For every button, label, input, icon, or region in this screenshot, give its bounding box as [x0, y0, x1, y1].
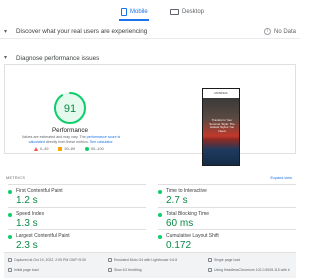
performance-score: 91 [64, 103, 76, 115]
metric-name: Largest Contentful Paint [16, 233, 70, 239]
legend-poor-label: 0–49 [40, 147, 49, 151]
metric-name: Total Blocking Time [166, 211, 210, 217]
chrome-icon [208, 268, 212, 272]
browser-version: Using HeadlessChromium 102.0.5005.115 wi… [208, 268, 290, 272]
good-circle-icon [8, 235, 12, 239]
throttling: Slow 4G throttling [108, 268, 142, 272]
metrics-title: METRICS [6, 176, 26, 180]
good-circle-icon [8, 213, 12, 217]
good-circle-icon [158, 190, 162, 194]
see-calculator-link[interactable]: See calculator. [90, 140, 114, 144]
legend-poor: 0–49 [34, 147, 48, 151]
single-page-load-text: Single page load [214, 258, 241, 262]
legend-good: 90–100 [85, 147, 104, 151]
diagnose-section-header[interactable]: ▾ Diagnose performance issues [0, 51, 300, 65]
metric-tbt: Total Blocking Time 60 ms [158, 207, 296, 229]
user-icon [208, 258, 212, 262]
square-icon [58, 147, 63, 151]
legend-good-label: 90–100 [91, 147, 104, 151]
tab-mobile[interactable]: Mobile [121, 5, 148, 19]
desktop-icon [170, 9, 179, 15]
metrics-header: METRICS Expand view [4, 174, 296, 182]
screenshot-header: MUSINGS [203, 89, 239, 98]
device-tabs: Mobile Desktop [0, 0, 300, 21]
wifi-icon [108, 268, 112, 272]
smartphone-icon [121, 8, 127, 16]
selected-tab-indicator [119, 19, 149, 21]
metric-tti: Time to Interactive 2.7 s [158, 184, 296, 206]
metric-value: 1.3 s [16, 218, 38, 229]
chevron-down-icon: ▾ [4, 28, 8, 35]
metric-name: Cumulative Layout Shift [166, 233, 219, 239]
metric-si: Speed Index 1.3 s [8, 207, 146, 229]
score-legend: 0–49 50–89 90–100 [34, 145, 124, 153]
legend-average-label: 50–89 [64, 147, 76, 151]
info-icon: i [263, 28, 271, 35]
tab-mobile-label: Mobile [130, 9, 148, 15]
field-data-title: Discover what your real users are experi… [16, 28, 148, 35]
field-data-section-header[interactable]: ▾ Discover what your real users are expe… [0, 25, 300, 39]
expand-view-toggle[interactable]: Expand view [270, 176, 292, 180]
emulated-device-text: Emulated Moto G4 with Lighthouse 9.6.6 [114, 258, 178, 262]
legend-average: 50–89 [58, 147, 75, 151]
metric-value: 0.172 [166, 240, 192, 251]
initial-page-load-text: Initial page load [14, 268, 39, 272]
triangle-icon [34, 147, 38, 151]
metric-value: 2.7 s [166, 195, 188, 206]
good-circle-icon [158, 235, 162, 239]
metric-name: First Contentful Paint [16, 188, 63, 194]
diagnose-title: Diagnose performance issues [16, 54, 100, 62]
good-circle-icon [8, 190, 12, 194]
desc-text-1: Values are estimated and may vary. The [21, 135, 86, 139]
tab-desktop-label: Desktop [182, 9, 205, 15]
field-data-status: i No Data [263, 28, 296, 35]
metric-name: Time to Interactive [166, 188, 207, 194]
tab-desktop[interactable]: Desktop [170, 5, 204, 19]
captured-at: Captured at Oct 19, 2022, 2:05 PM GMT+5:… [8, 258, 86, 262]
desc-text-2: directly from these metrics. [45, 140, 89, 144]
score-description: Values are estimated and may vary. The p… [14, 135, 128, 145]
screenshot-headline: Transform Your Summer Style: The Hottest… [209, 118, 235, 133]
single-page-load: Single page load [208, 258, 240, 262]
performance-label: Performance [51, 127, 89, 134]
metric-name: Speed Index [16, 211, 45, 217]
timer-icon [8, 268, 12, 272]
browser-version-text: Using HeadlessChromium 102.0.5005.115 wi… [214, 268, 290, 272]
page-screenshot: MUSINGS Transform Your Summer Style: The… [202, 88, 240, 166]
no-data-label: No Data [273, 28, 296, 35]
run-info-footer: Captured at Oct 19, 2022, 2:05 PM GMT+5:… [4, 252, 296, 278]
metric-lcp: Largest Contentful Paint 2.3 s [8, 229, 146, 251]
emulated-device: Emulated Moto G4 with Lighthouse 9.6.6 [108, 258, 177, 262]
metric-value: 2.3 s [16, 240, 38, 251]
good-circle-icon [158, 213, 162, 217]
circle-icon [85, 147, 90, 151]
captured-at-text: Captured at Oct 19, 2022, 2:05 PM GMT+5:… [14, 258, 86, 262]
calendar-icon [8, 258, 12, 262]
performance-gauge: 91 [54, 92, 86, 124]
chevron-down-icon: ▾ [4, 55, 8, 61]
metric-fcp: First Contentful Paint 1.2 s [8, 184, 146, 206]
metric-cls: Cumulative Layout Shift 0.172 [158, 229, 296, 251]
metric-value: 1.2 s [16, 195, 38, 206]
phone-icon [108, 258, 112, 262]
initial-page-load: Initial page load [8, 268, 39, 272]
metric-value: 60 ms [166, 218, 194, 229]
throttling-text: Slow 4G throttling [114, 268, 142, 272]
